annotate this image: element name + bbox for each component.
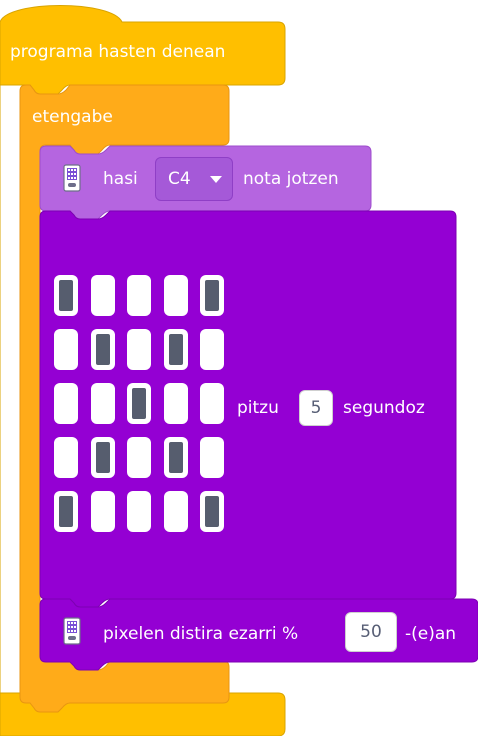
led-cell[interactable]: [163, 383, 188, 424]
led-cell[interactable]: [200, 491, 224, 532]
device-icon: [62, 617, 82, 645]
led-cell[interactable]: [200, 383, 224, 424]
led-cell[interactable]: [54, 275, 78, 316]
led-cell[interactable]: [163, 329, 188, 370]
note-prefix-label: hasi: [103, 169, 138, 189]
brightness-suffix-label: -(e)an: [405, 624, 457, 644]
led-cell[interactable]: [90, 437, 115, 478]
led-cell[interactable]: [54, 383, 78, 424]
loop-label: etengabe: [32, 107, 113, 127]
led-cell[interactable]: [127, 383, 151, 424]
device-icon: [62, 164, 82, 192]
led-cell[interactable]: [163, 437, 188, 478]
pattern-prefix-label: pitzu: [237, 398, 279, 418]
brightness-prefix-label: pixelen distira ezarri %: [103, 624, 299, 644]
chevron-down-icon: [210, 176, 222, 183]
led-cell[interactable]: [90, 383, 115, 424]
brightness-input[interactable]: 50: [345, 612, 397, 652]
led-cell[interactable]: [90, 491, 115, 532]
led-cell[interactable]: [163, 491, 188, 532]
note-value: C4: [168, 169, 191, 189]
hat-label: programa hasten denean: [10, 42, 226, 62]
led-cell[interactable]: [54, 329, 78, 370]
led-cell[interactable]: [200, 437, 224, 478]
pattern-suffix-label: segundoz: [343, 398, 425, 418]
led-cell[interactable]: [127, 437, 151, 478]
led-cell[interactable]: [90, 329, 115, 370]
led-cell[interactable]: [54, 491, 78, 532]
led-cell[interactable]: [127, 491, 151, 532]
led-cell[interactable]: [200, 329, 224, 370]
led-cell[interactable]: [54, 437, 78, 478]
led-cell[interactable]: [163, 275, 188, 316]
note-suffix-label: nota jotzen: [243, 169, 339, 189]
led-cell[interactable]: [127, 275, 151, 316]
led-cell[interactable]: [127, 329, 151, 370]
led-cell[interactable]: [90, 275, 115, 316]
led-cell[interactable]: [200, 275, 224, 316]
seconds-input[interactable]: 5: [299, 390, 333, 426]
note-dropdown[interactable]: C4: [155, 157, 233, 201]
